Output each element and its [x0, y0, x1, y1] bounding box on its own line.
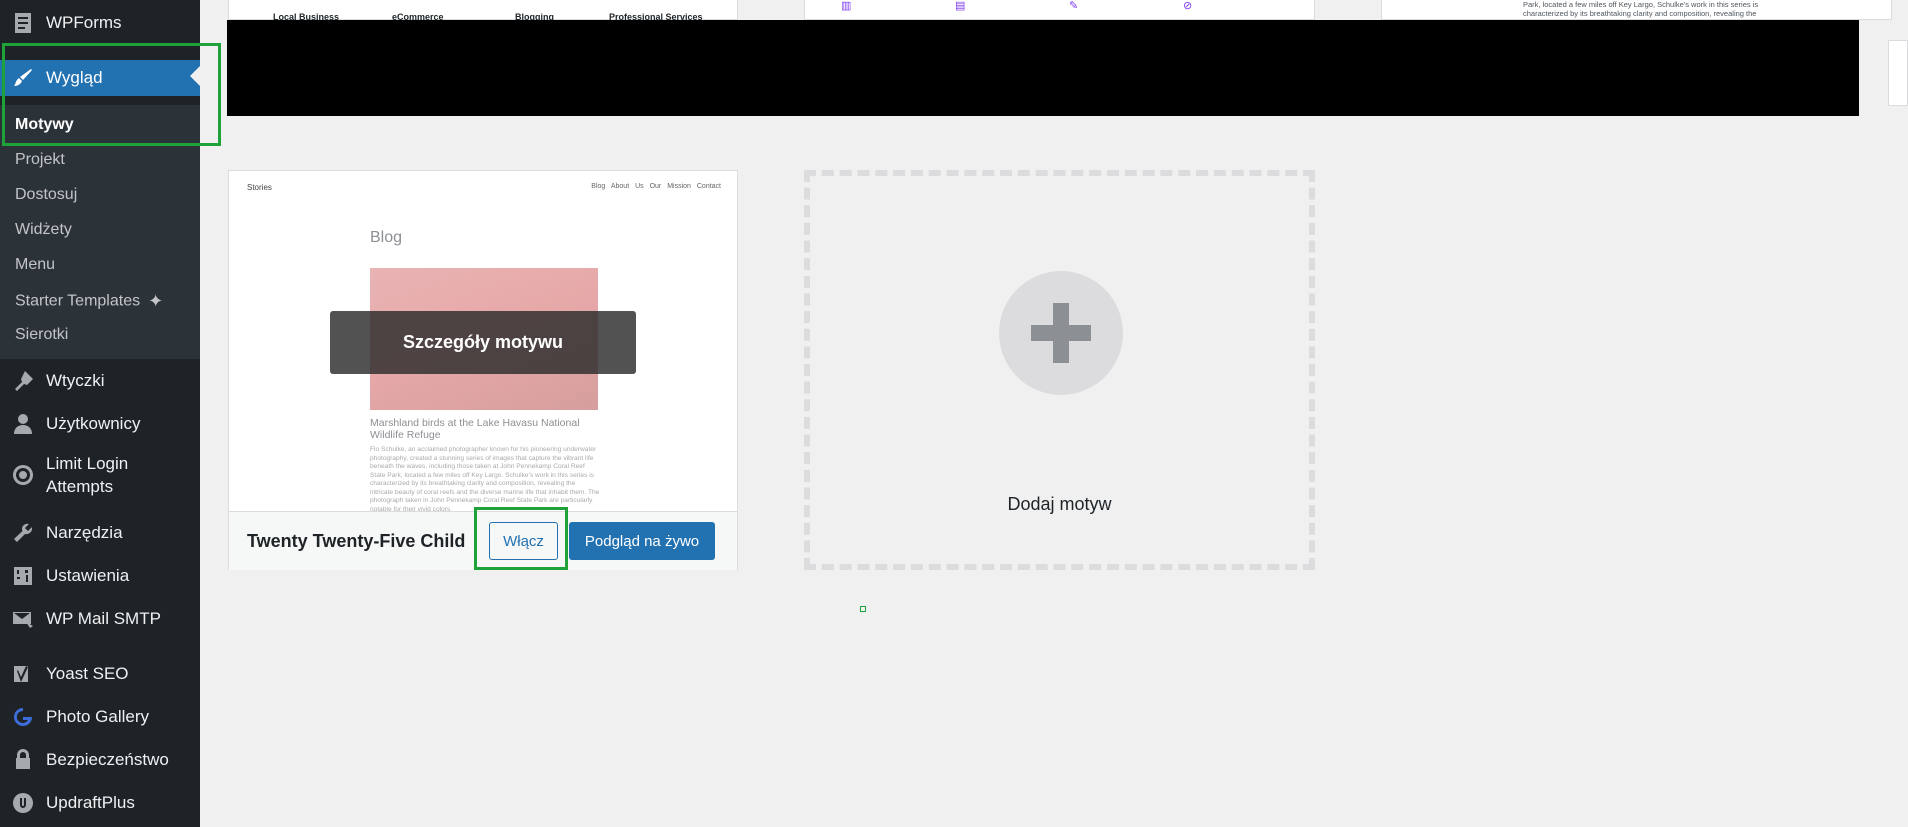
- theme-card-top-1: Local Business eCommerce Blogging Profes…: [228, 0, 738, 22]
- preview-paragraph: Flo Schulke, an acclaimed photographer k…: [370, 446, 600, 511]
- tools-icon: [10, 520, 36, 546]
- menu-item-appearance[interactable]: Wygląd: [0, 60, 200, 96]
- preview-site-title: Stories: [247, 183, 272, 192]
- add-plus-icon: [999, 271, 1123, 395]
- menu-label: Yoast SEO: [46, 664, 129, 683]
- submenu-item-starter-templates[interactable]: Starter Templates ✦: [15, 291, 163, 312]
- updraft-icon: [10, 790, 36, 816]
- menu-item-wpforms[interactable]: WPForms: [0, 6, 200, 40]
- submenu-item-project[interactable]: Projekt: [15, 151, 65, 169]
- add-theme-card[interactable]: Dodaj motyw: [804, 170, 1315, 570]
- submenu-item-themes[interactable]: Motywy: [15, 116, 74, 134]
- menu-label: Photo Gallery: [46, 707, 149, 726]
- theme-card-edge: [1888, 40, 1908, 106]
- focus-marker: [860, 606, 866, 612]
- admin-sidebar: WPForms Wygląd Motywy Projekt Dostosuj W…: [0, 0, 200, 827]
- check-circle-icon: ⊘: [1183, 0, 1193, 12]
- activate-button[interactable]: Włącz: [489, 522, 558, 560]
- submenu-item-orphans[interactable]: Sierotki: [15, 326, 68, 344]
- submenu-label: Starter Templates: [15, 292, 141, 310]
- limit-login-icon: [10, 462, 36, 488]
- preview-caption: Marshland birds at the Lake Havasu Natio…: [370, 417, 580, 441]
- wpforms-icon: [10, 10, 36, 36]
- edit-icon: ✎: [1069, 0, 1079, 12]
- add-theme-label: Dodaj motyw: [1007, 494, 1112, 514]
- gallery-icon: [10, 704, 36, 730]
- menu-item-users[interactable]: Użytkownicy: [0, 407, 200, 441]
- lock-icon: [10, 747, 36, 773]
- menu-item-wp-mail-smtp[interactable]: WP Mail SMTP: [0, 602, 200, 636]
- menu-item-plugins[interactable]: Wtyczki: [0, 364, 200, 398]
- theme-card-twenty-twenty-five-child[interactable]: Stories Blog About Us Our Mission Contac…: [228, 170, 738, 570]
- theme-card-footer: Twenty Twenty-Five Child Włącz Podgląd n…: [229, 511, 737, 570]
- menu-label: Użytkownicy: [46, 414, 141, 433]
- sparkle-icon: ✦: [148, 291, 164, 311]
- building-icon: ▥: [841, 0, 852, 12]
- menu-item-updraftplus[interactable]: UpdraftPlus: [0, 786, 200, 820]
- redacted-overlay: [227, 20, 1859, 116]
- users-icon: [10, 411, 36, 437]
- submenu-item-widgets[interactable]: Widżety: [15, 221, 72, 239]
- menu-item-settings[interactable]: Ustawienia: [0, 559, 200, 593]
- current-menu-arrow: [190, 66, 200, 86]
- theme-details-button[interactable]: Szczegóły motywu: [330, 311, 636, 374]
- yoast-icon: [10, 661, 36, 687]
- menu-item-tools[interactable]: Narzędzia: [0, 516, 200, 550]
- theme-card-top-3: Park, located a few miles off Key Largo,…: [1381, 0, 1892, 20]
- menu-item-yoast-seo[interactable]: Yoast SEO: [0, 657, 200, 691]
- menu-label: Narzędzia: [46, 523, 123, 542]
- menu-label: WP Mail SMTP: [46, 609, 161, 628]
- appearance-submenu: Motywy Projekt Dostosuj Widżety Menu Sta…: [0, 105, 200, 359]
- paintbrush-icon: [10, 65, 36, 91]
- settings-icon: [10, 563, 36, 589]
- live-preview-button[interactable]: Podgląd na żywo: [569, 522, 715, 560]
- menu-item-security[interactable]: Bezpieczeństwo: [0, 743, 200, 777]
- calendar-icon: ▤: [955, 0, 966, 12]
- submenu-item-customize[interactable]: Dostosuj: [15, 186, 77, 204]
- menu-label: Wygląd: [46, 68, 103, 87]
- preview-nav: Blog About Us Our Mission Contact: [591, 183, 721, 190]
- menu-label: WPForms: [46, 13, 122, 32]
- mail-icon: [10, 606, 36, 632]
- submenu-item-menu[interactable]: Menu: [15, 256, 55, 274]
- plugins-icon: [10, 368, 36, 394]
- menu-label: Bezpieczeństwo: [46, 750, 169, 769]
- preview-heading: Blog: [370, 229, 403, 246]
- preview-text-snippet: Park, located a few miles off Key Largo,…: [1523, 0, 1759, 18]
- theme-name: Twenty Twenty-Five Child: [247, 531, 466, 551]
- menu-item-limit-login[interactable]: Limit Login Attempts: [0, 452, 200, 502]
- theme-screenshot[interactable]: Stories Blog About Us Our Mission Contac…: [229, 171, 737, 511]
- menu-item-photo-gallery[interactable]: Photo Gallery: [0, 700, 200, 734]
- menu-label: Ustawienia: [46, 566, 130, 585]
- menu-label: UpdraftPlus: [46, 793, 135, 812]
- menu-label: Limit Login Attempts: [46, 454, 129, 496]
- menu-label: Wtyczki: [46, 371, 105, 390]
- theme-card-top-2: ▥ ▤ ✎ ⊘: [804, 0, 1315, 20]
